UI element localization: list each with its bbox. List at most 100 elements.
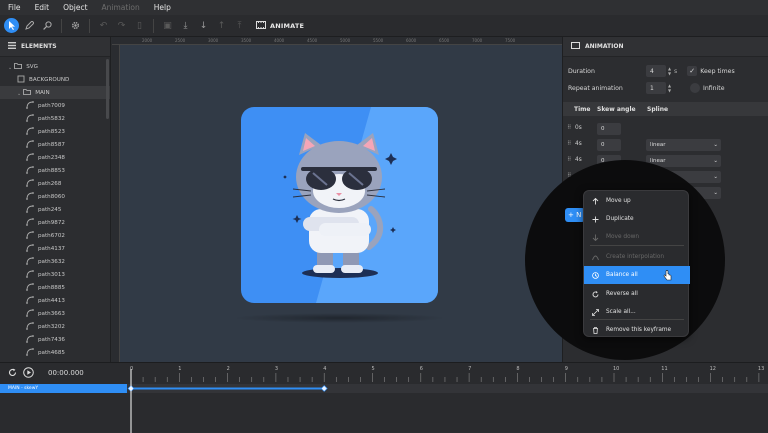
path-icon bbox=[26, 321, 34, 332]
infinite-toggle[interactable] bbox=[690, 83, 700, 93]
reverse-icon bbox=[592, 290, 599, 298]
menu-item-reverse-all[interactable]: Reverse all bbox=[584, 285, 690, 303]
duration-label: Duration bbox=[568, 67, 595, 75]
tree-item-label: path8885 bbox=[38, 284, 65, 291]
ruler-label: 6000 bbox=[406, 38, 417, 43]
tree-item[interactable]: path245 bbox=[0, 203, 110, 216]
gear-icon[interactable] bbox=[68, 18, 83, 33]
menu-item-duplicate[interactable]: Duplicate bbox=[584, 210, 690, 228]
chevron-down-icon: ⌄ bbox=[713, 190, 718, 196]
tree-item[interactable]: path4685 bbox=[0, 346, 110, 359]
redo-icon[interactable]: ↷ bbox=[114, 18, 129, 33]
keyframe-handle-icon[interactable]: ⠿ bbox=[567, 157, 571, 163]
menu-item-remove-this-keyframe[interactable]: Remove this keyframe bbox=[584, 321, 690, 339]
ruler-label: 7500 bbox=[505, 38, 516, 43]
interpolation-icon bbox=[592, 254, 599, 261]
align-top-icon[interactable]: ⤒ bbox=[232, 18, 247, 33]
menu-edit[interactable]: Edit bbox=[35, 3, 50, 12]
duration-stepper[interactable]: ▲ ▼ bbox=[666, 65, 673, 77]
select-tool-icon[interactable] bbox=[4, 18, 19, 33]
menu-divider bbox=[590, 319, 684, 320]
tree-item[interactable]: path8853 bbox=[0, 164, 110, 177]
align-bottom-icon[interactable]: ⤓ bbox=[178, 18, 193, 33]
tree-item[interactable]: path5832 bbox=[0, 112, 110, 125]
repeat-stepper[interactable]: ▲ ▼ bbox=[666, 82, 673, 94]
tree-item[interactable]: ⌄ SVG bbox=[0, 60, 110, 73]
pen-tool-icon[interactable] bbox=[22, 18, 37, 33]
animation-header: ANIMATION bbox=[563, 37, 768, 57]
animate-button[interactable]: ANIMATE bbox=[256, 20, 304, 31]
tree-item[interactable]: path268 bbox=[0, 177, 110, 190]
ruler-label: 4500 bbox=[307, 38, 318, 43]
skew-input[interactable]: 0 bbox=[597, 139, 621, 151]
menu-item-balance-all[interactable]: Balance all bbox=[584, 266, 690, 284]
chevron-down-icon: ⌄ bbox=[713, 174, 718, 180]
folder-icon: ⌄ bbox=[8, 62, 23, 71]
keyframe-row[interactable]: ⠿ 0s 0 bbox=[563, 121, 768, 137]
move-up-icon[interactable]: ↑ bbox=[214, 18, 229, 33]
tree-item[interactable]: path3632 bbox=[0, 255, 110, 268]
tree-item[interactable]: path6702 bbox=[0, 229, 110, 242]
tree-item[interactable]: path2348 bbox=[0, 151, 110, 164]
ruler-label: 3500 bbox=[241, 38, 252, 43]
tree-item-label: path8587 bbox=[38, 141, 65, 148]
duration-input[interactable]: 4 bbox=[646, 65, 666, 77]
skew-input[interactable]: 0 bbox=[597, 123, 621, 135]
tree-item[interactable]: ⌄ MAIN bbox=[0, 86, 110, 99]
elements-panel: ELEMENTS ⌄ SVG BACKGROUND ⌄ MAIN path7009 path… bbox=[0, 37, 111, 362]
tree-item[interactable]: path8587 bbox=[0, 138, 110, 151]
mouse-cursor-icon bbox=[663, 270, 672, 283]
tree-item[interactable]: path4413 bbox=[0, 294, 110, 307]
tree-item[interactable]: path7436 bbox=[0, 333, 110, 346]
cat-illustration bbox=[283, 107, 438, 303]
keyframe-row[interactable]: ⠿ 4s 0 linear⌄ bbox=[563, 137, 768, 153]
plus-icon bbox=[592, 216, 599, 223]
menu-item-create-interpolation[interactable]: Create interpolation bbox=[584, 248, 690, 266]
keyframe-handle-icon[interactable]: ⠿ bbox=[567, 125, 571, 131]
tree-item[interactable]: path9872 bbox=[0, 216, 110, 229]
tree-item-label: SVG bbox=[26, 63, 38, 70]
tree-item[interactable]: path8060 bbox=[0, 190, 110, 203]
ruler-label: 2000 bbox=[142, 38, 153, 43]
tree-item[interactable]: path8523 bbox=[0, 125, 110, 138]
move-down-icon[interactable]: ↓ bbox=[196, 18, 211, 33]
add-keyframe-button[interactable]: + N bbox=[565, 208, 585, 222]
tree-item[interactable]: path7009 bbox=[0, 99, 110, 112]
path-icon bbox=[26, 334, 34, 345]
menu-animation[interactable]: Animation bbox=[102, 3, 140, 12]
path-icon bbox=[26, 100, 34, 111]
menu-file[interactable]: File bbox=[8, 3, 21, 12]
elements-scrollbar[interactable] bbox=[106, 59, 109, 119]
menu-item-move-down[interactable]: Move down bbox=[584, 228, 690, 246]
timeline-keyframe[interactable] bbox=[320, 385, 328, 392]
tree-item-label: path5832 bbox=[38, 115, 65, 122]
scale-icon bbox=[592, 308, 599, 316]
menu-help[interactable]: Help bbox=[154, 3, 171, 12]
delete-icon[interactable]: ▯ bbox=[132, 18, 147, 33]
zoom-tool-icon[interactable] bbox=[40, 18, 55, 33]
repeat-input[interactable]: 1 bbox=[646, 82, 666, 94]
tree-item[interactable]: path8885 bbox=[0, 281, 110, 294]
menu-item-move-up[interactable]: Move up bbox=[584, 192, 690, 210]
toolbar-divider bbox=[61, 18, 62, 33]
path-icon bbox=[26, 191, 34, 202]
group-icon[interactable]: ▣ bbox=[160, 18, 175, 33]
loop-icon[interactable] bbox=[8, 368, 17, 379]
keep-times-checkbox[interactable]: ✓ bbox=[687, 66, 698, 76]
track-label[interactable]: MAIN - skewY bbox=[0, 384, 127, 393]
tree-item[interactable]: path3663 bbox=[0, 307, 110, 320]
spline-select[interactable]: linear⌄ bbox=[646, 139, 721, 151]
tree-item[interactable]: BACKGROUND bbox=[0, 73, 110, 86]
play-button[interactable] bbox=[23, 366, 34, 380]
path-icon bbox=[26, 308, 34, 319]
undo-icon[interactable]: ↶ bbox=[96, 18, 111, 33]
tree-item[interactable]: path3202 bbox=[0, 320, 110, 333]
tree-item[interactable]: path4137 bbox=[0, 242, 110, 255]
menu-item-label: Remove this keyframe bbox=[606, 327, 672, 333]
keyframe-handle-icon[interactable]: ⠿ bbox=[567, 141, 571, 147]
artboard[interactable] bbox=[241, 107, 438, 303]
timeline-area[interactable]: 0 1 2 3 4 5 6 7 8 9 10 11 12 13 bbox=[127, 363, 768, 433]
canvas-area[interactable]: 2000 2500 3000 3500 4000 4500 5000 5500 6000 6500… bbox=[112, 37, 562, 362]
menu-object[interactable]: Object bbox=[63, 3, 87, 12]
tree-item[interactable]: path3013 bbox=[0, 268, 110, 281]
